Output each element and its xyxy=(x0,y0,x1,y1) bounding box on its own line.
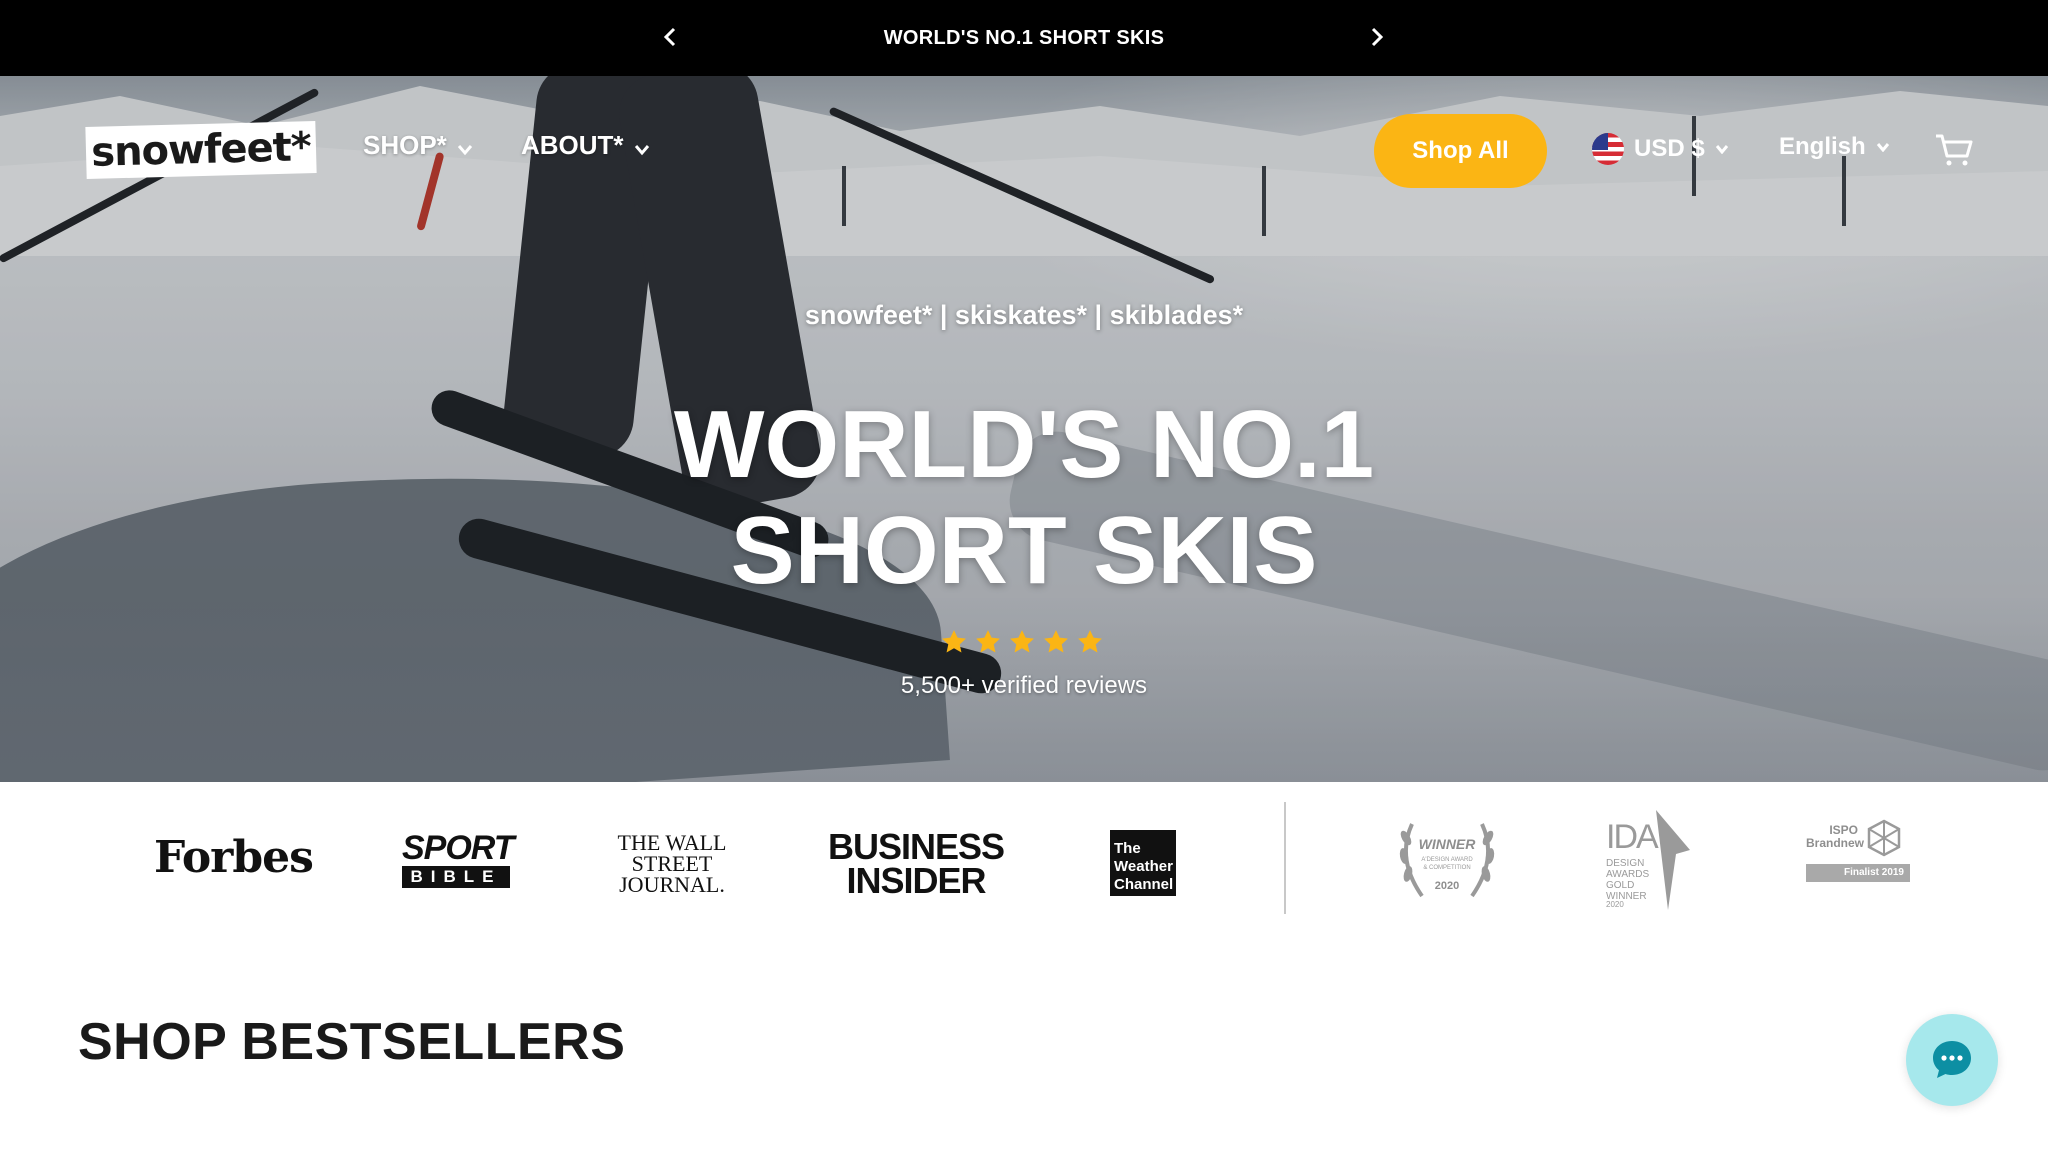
business-insider-logo: BUSINESS INSIDER xyxy=(828,826,1005,901)
star-icon xyxy=(942,630,966,653)
hero-tagline: snowfeet* | skiskates* | skiblades* xyxy=(804,300,1244,330)
ispo-award-badge: ISPO Brandnew Finalist 2019 xyxy=(1806,818,1910,908)
chevron-down-icon xyxy=(1876,143,1889,152)
ida-label: IDA xyxy=(1606,818,1659,856)
star-icon xyxy=(1078,630,1102,653)
currency-label: USD $ xyxy=(1634,135,1705,162)
reviews-count[interactable]: 5,500+ verified reviews xyxy=(0,672,2048,700)
ida-year: 2020 xyxy=(1606,900,1624,909)
adesign-award-badge: WINNER A'DESIGN AWARD & COMPETITION 2020 xyxy=(1392,814,1502,904)
chat-button[interactable] xyxy=(1906,1014,1998,1106)
shop-all-button[interactable]: Shop All xyxy=(1374,114,1547,188)
chevron-down-icon xyxy=(634,144,649,155)
star-icon xyxy=(976,630,1000,653)
chevron-right-icon xyxy=(1371,27,1384,47)
chevron-down-icon xyxy=(457,144,472,155)
language-label: English xyxy=(1779,133,1866,160)
sportbible-bottom: BIBLE xyxy=(402,866,510,888)
award-winner-year: 2020 xyxy=(1434,880,1460,892)
star-icon xyxy=(1010,630,1034,653)
wsj-logo: THE WALL STREET JOURNAL. xyxy=(617,830,727,897)
ispo-cube-icon xyxy=(1867,819,1901,857)
nav-shop-label: SHOP* xyxy=(363,130,447,160)
us-flag-icon xyxy=(1592,133,1624,165)
currency-selector[interactable]: USD $ xyxy=(1592,133,1729,165)
announcement-bar: WORLD'S NO.1 SHORT SKIS xyxy=(0,0,2048,76)
site-logo[interactable]: snowfeet* xyxy=(85,120,317,180)
logo-text: snowfeet* xyxy=(90,124,312,176)
chat-bubble-icon xyxy=(1933,1041,1971,1078)
headline-line-1: WORLD'S NO.1 xyxy=(673,391,1375,498)
language-selector[interactable]: English xyxy=(1779,133,1890,161)
announcement-text: WORLD'S NO.1 SHORT SKIS xyxy=(883,26,1165,49)
press-logos: Forbes SPORT BIBLE THE WALL STREET JOURN… xyxy=(0,782,2048,922)
section-title: SHOP BESTSELLERS xyxy=(78,1013,626,1071)
nav-shop[interactable]: SHOP* xyxy=(363,130,473,161)
chevron-left-icon xyxy=(663,27,676,47)
rating-stars xyxy=(940,628,1104,656)
sportbible-logo: SPORT BIBLE xyxy=(402,829,515,888)
award-winner-label: WINNER xyxy=(1418,836,1476,852)
ida-award-badge: IDA DESIGN AWARDS GOLD WINNER 2020 xyxy=(1606,810,1702,910)
nav-about[interactable]: ABOUT* xyxy=(521,130,650,161)
star-icon xyxy=(1044,630,1068,653)
ispo-label: ISPO Brandnew xyxy=(1806,823,1865,850)
forbes-logo: Forbes xyxy=(154,832,314,883)
announcement-prev-button[interactable] xyxy=(655,22,685,52)
ispo-finalist: Finalist 2019 xyxy=(1806,864,1910,882)
chevron-down-icon xyxy=(1715,145,1728,154)
weather-channel-logo: The Weather Channel xyxy=(1110,830,1176,896)
hero-headline: WORLD'S NO.1 SHORT SKIS xyxy=(0,392,2048,604)
sportbible-top: SPORT xyxy=(402,829,515,867)
divider xyxy=(1284,802,1286,914)
award-winner-sub: A'DESIGN AWARD & COMPETITION xyxy=(1421,857,1473,871)
cart-icon[interactable] xyxy=(1934,132,1974,168)
announcement-next-button[interactable] xyxy=(1362,22,1392,52)
ida-sub: DESIGN AWARDS GOLD WINNER xyxy=(1606,858,1650,902)
headline-line-2: SHORT SKIS xyxy=(730,497,1318,604)
nav-about-label: ABOUT* xyxy=(521,130,624,160)
